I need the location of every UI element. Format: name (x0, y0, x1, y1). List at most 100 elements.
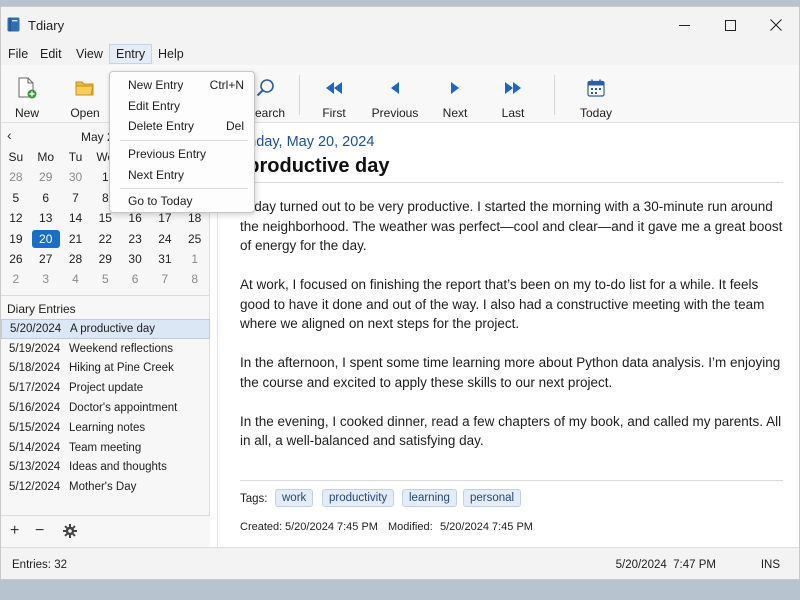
calendar-day[interactable]: 29 (31, 167, 61, 187)
left-pane-footer: + − (1, 515, 210, 547)
entry-list-title: A productive day (70, 322, 156, 335)
calendar-day[interactable]: 5 (1, 188, 31, 208)
calendar-week-row: 2345678 (1, 269, 210, 289)
calendar-day[interactable]: 28 (61, 249, 91, 269)
menu-edit-entry[interactable]: Edit Entry (110, 96, 254, 116)
calendar-weekday: Su (8, 150, 24, 164)
title-bar: Tdiary (1, 7, 799, 43)
calendar-day[interactable]: 25 (180, 229, 210, 249)
created-value: 5/20/2024 7:45 PM (285, 521, 378, 533)
entry-list-date: 5/14/2024 (9, 441, 61, 454)
calendar-day[interactable]: 12 (1, 208, 31, 228)
last-button[interactable]: Last (493, 65, 533, 123)
menu-help[interactable]: Help (152, 44, 190, 64)
calendar-day[interactable]: 1 (180, 249, 210, 269)
toolbar-separator (554, 75, 555, 115)
menu-item-shortcut: Del (225, 119, 244, 133)
calendar-day[interactable]: 6 (31, 188, 61, 208)
calendar-day[interactable]: 31 (150, 249, 180, 269)
calendar-day[interactable]: 22 (90, 229, 120, 249)
calendar-day[interactable]: 21 (61, 229, 91, 249)
minimize-icon (678, 24, 690, 26)
calendar-day[interactable]: 2 (1, 269, 31, 289)
calendar-day[interactable]: 23 (120, 229, 150, 249)
status-bar: Entries: 32 5/20/2024 7:47 PM INS (1, 547, 799, 579)
new-button[interactable]: New (5, 65, 49, 123)
entry-list-date: 5/17/2024 (9, 382, 61, 395)
first-icon (326, 82, 342, 94)
list-item[interactable]: 5/16/2024 Doctor's appointment (1, 398, 210, 418)
calendar-day[interactable]: 13 (31, 208, 61, 228)
calendar-day[interactable]: 30 (120, 249, 150, 269)
tag-personal[interactable]: personal (463, 489, 522, 507)
minimize-button[interactable] (661, 7, 707, 43)
entry-paragraph: In the evening, I cooked dinner, read a … (240, 413, 782, 449)
first-button[interactable]: First (313, 65, 355, 123)
diary-entries-list: 5/20/2024 A productive day 5/19/2024 Weeken… (1, 319, 210, 497)
menu-new-entry[interactable]: New Entry Ctrl+N (110, 75, 254, 95)
calendar-prev-month-button[interactable]: ‹ (7, 127, 12, 143)
calendar-day[interactable]: 30 (61, 167, 91, 187)
close-icon (770, 19, 782, 31)
entry-list-title: Project update (69, 382, 144, 395)
calendar-week-row: 26 27 28 29 30 31 1 (1, 249, 210, 269)
menu-delete-entry[interactable]: Delete Entry Del (110, 116, 254, 136)
last-icon (505, 82, 521, 94)
calendar-day[interactable]: 8 (180, 269, 210, 289)
entries-count-status: Entries: 32 (12, 559, 67, 571)
entry-list-title: Hiking at Pine Creek (69, 362, 174, 375)
menu-file[interactable]: File (2, 44, 34, 64)
calendar-weekday: Mo (37, 150, 55, 164)
tag-learning[interactable]: learning (402, 489, 457, 507)
menu-previous-entry[interactable]: Previous Entry (110, 144, 254, 164)
list-item[interactable]: 5/17/2024 Project update (1, 378, 210, 398)
list-item[interactable]: 5/15/2024 Learning notes (1, 418, 210, 438)
previous-icon (391, 82, 399, 94)
list-item[interactable]: 5/18/2024 Hiking at Pine Creek (1, 359, 210, 379)
status-datetime: 5/20/2024 7:47 PM (615, 559, 716, 571)
list-item[interactable]: 5/12/2024 Mother's Day (1, 477, 210, 497)
tag-work[interactable]: work (275, 489, 314, 507)
calendar-day[interactable]: 28 (1, 167, 31, 187)
list-item[interactable]: 5/19/2024 Weekend reflections (1, 339, 210, 359)
list-item[interactable]: 5/13/2024 Ideas and thoughts (1, 458, 210, 478)
menu-view[interactable]: View (70, 44, 109, 64)
calendar-day[interactable]: 7 (61, 188, 91, 208)
menu-go-to-today[interactable]: Go to Today (110, 191, 254, 211)
menu-edit[interactable]: Edit (34, 44, 68, 64)
calendar-day[interactable]: 6 (120, 269, 150, 289)
calendar-day[interactable]: 4 (61, 269, 91, 289)
calendar-day[interactable]: 5 (90, 269, 120, 289)
created-label: Created: (240, 521, 283, 533)
menu-item-label: Edit Entry (128, 99, 181, 113)
calendar-day-selected[interactable]: 20 (31, 229, 60, 248)
calendar-day[interactable]: 14 (61, 208, 91, 228)
calendar-day[interactable]: 29 (90, 249, 120, 269)
list-item[interactable]: 5/14/2024 Team meeting (1, 438, 210, 458)
next-button[interactable]: Next (435, 65, 475, 123)
add-entry-button[interactable]: + (10, 522, 19, 540)
previous-button[interactable]: Previous (369, 65, 421, 123)
menu-entry[interactable]: Entry (109, 44, 153, 64)
entry-list-title: Learning notes (69, 421, 146, 434)
close-button[interactable] (753, 7, 799, 43)
menu-next-entry[interactable]: Next Entry (110, 165, 254, 185)
open-button[interactable]: Open (63, 65, 107, 123)
toolbar-separator (299, 75, 300, 115)
today-button[interactable]: Today (575, 65, 617, 123)
entry-list-date: 5/18/2024 (9, 362, 61, 375)
calendar-day[interactable]: 19 (1, 229, 31, 249)
list-item[interactable]: 5/20/2024 A productive day (1, 319, 210, 339)
entries-count: 32 (54, 559, 67, 571)
maximize-button[interactable] (707, 7, 753, 43)
calendar-day[interactable]: 7 (150, 269, 180, 289)
gear-icon[interactable] (63, 524, 77, 538)
calendar-day[interactable]: 27 (31, 249, 61, 269)
calendar-day[interactable]: 26 (1, 249, 31, 269)
first-label: First (322, 106, 346, 120)
tag-productivity[interactable]: productivity (322, 489, 395, 507)
calendar-day[interactable]: 3 (31, 269, 61, 289)
next-icon (451, 82, 459, 94)
remove-entry-button[interactable]: − (35, 522, 44, 540)
calendar-day[interactable]: 24 (150, 229, 180, 249)
